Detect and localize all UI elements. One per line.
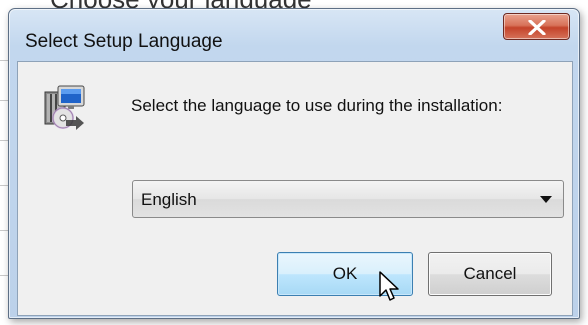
dialog-title: Select Setup Language	[25, 31, 223, 52]
close-button[interactable]	[503, 13, 570, 40]
dialog-content: Select the language to use during the in…	[17, 61, 573, 316]
setup-language-dialog: Select Setup Language Select the languag…	[8, 8, 580, 319]
language-prompt: Select the language to use during the in…	[131, 96, 503, 115]
title-bar[interactable]: Select Setup Language	[9, 9, 579, 61]
chevron-down-icon	[540, 196, 552, 203]
language-select[interactable]: English	[132, 180, 564, 218]
language-select-value: English	[141, 190, 197, 209]
mouse-pointer-icon	[379, 271, 399, 301]
close-icon	[528, 20, 546, 35]
setup-installer-icon	[44, 85, 85, 130]
cancel-button[interactable]: Cancel	[428, 252, 552, 296]
